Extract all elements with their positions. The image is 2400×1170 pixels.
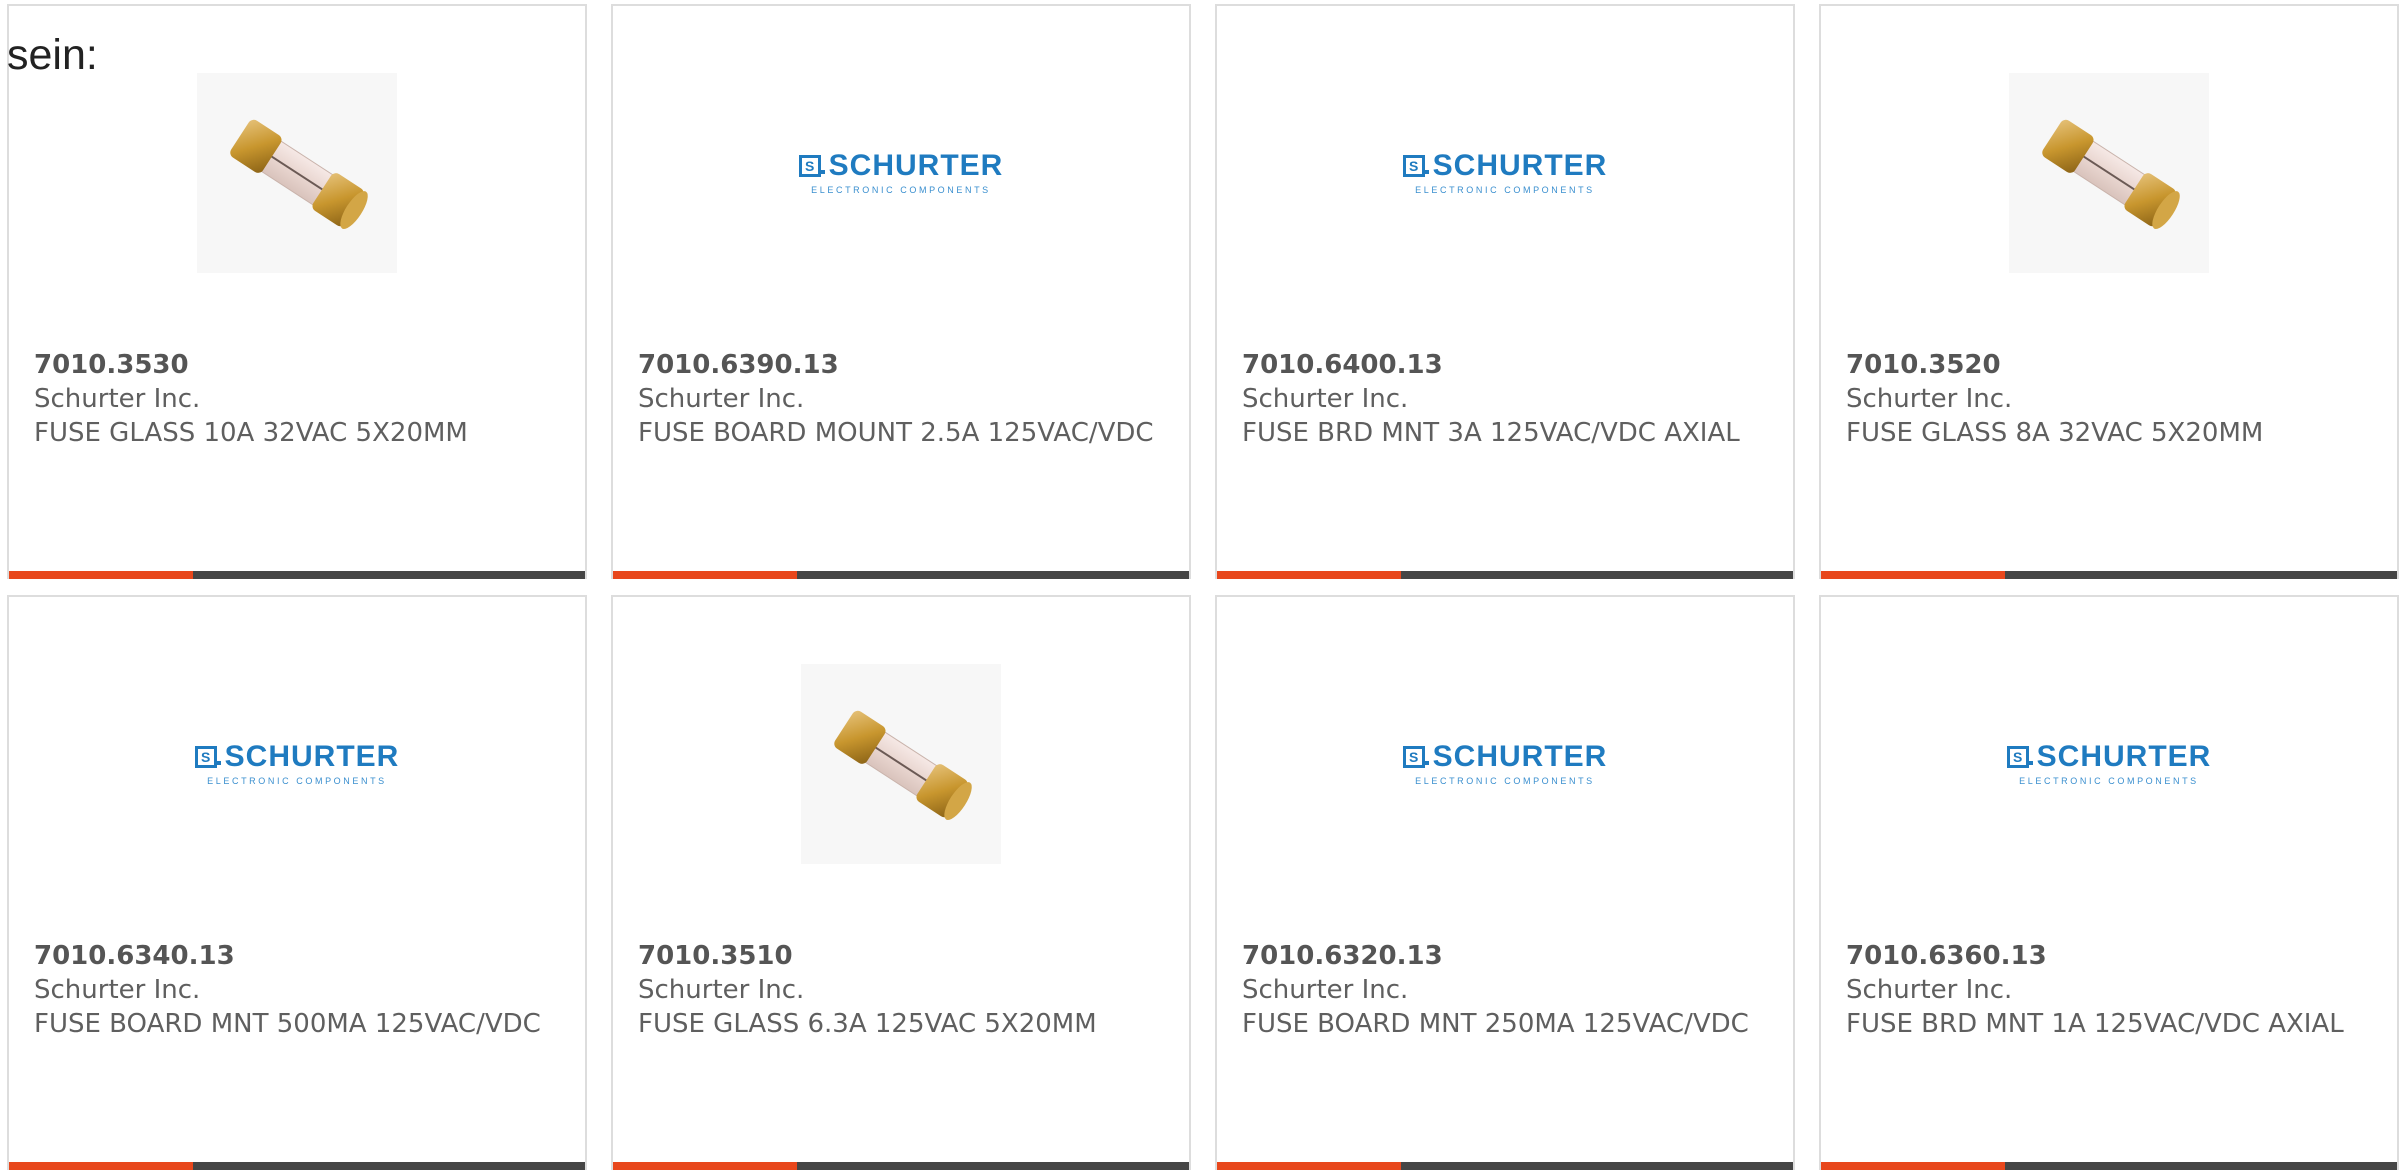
product-card[interactable]: 7010.3520 Schurter Inc. FUSE GLASS 8A 32… xyxy=(1819,4,2399,579)
logo-tagline: ELECTRONIC COMPONENTS xyxy=(1415,776,1595,786)
product-card[interactable]: 7010.3510 Schurter Inc. FUSE GLASS 6.3A … xyxy=(611,595,1191,1170)
card-bar-accent xyxy=(9,571,193,579)
description: FUSE BOARD MNT 500MA 125VAC/VDC xyxy=(34,1009,541,1039)
schurter-mark-icon: S xyxy=(798,155,825,177)
part-number[interactable]: 7010.6390.13 xyxy=(638,348,1169,382)
manufacturer: Schurter Inc. xyxy=(34,384,201,414)
card-bar-accent xyxy=(9,1162,193,1170)
product-image xyxy=(613,659,1189,869)
product-card[interactable]: S SCHURTER ELECTRONIC COMPONENTS 7010.63… xyxy=(611,4,1191,579)
schurter-logo: S SCHURTER ELECTRONIC COMPONENTS xyxy=(798,149,1004,195)
manufacturer: Schurter Inc. xyxy=(34,975,201,1005)
product-card[interactable]: S SCHURTER ELECTRONIC COMPONENTS 7010.64… xyxy=(1215,4,1795,579)
part-number[interactable]: 7010.3510 xyxy=(638,939,1169,973)
logo-tagline: ELECTRONIC COMPONENTS xyxy=(1415,185,1595,195)
manufacturer: Schurter Inc. xyxy=(1846,975,2013,1005)
fuse-icon xyxy=(2042,119,2180,229)
description: FUSE BRD MNT 3A 125VAC/VDC AXIAL xyxy=(1242,418,1740,448)
manufacturer: Schurter Inc. xyxy=(1242,975,1409,1005)
product-card[interactable]: S SCHURTER ELECTRONIC COMPONENTS 7010.63… xyxy=(1819,595,2399,1170)
schurter-logo: S SCHURTER ELECTRONIC COMPONENTS xyxy=(1402,149,1608,195)
product-image xyxy=(9,68,585,278)
product-grid: 7010.3530 Schurter Inc. FUSE GLASS 10A 3… xyxy=(7,4,2399,1170)
description: FUSE GLASS 6.3A 125VAC 5X20MM xyxy=(638,1009,1097,1039)
part-number[interactable]: 7010.6360.13 xyxy=(1846,939,2377,973)
product-image: S SCHURTER ELECTRONIC COMPONENTS xyxy=(1217,68,1793,278)
schurter-mark-icon: S xyxy=(1402,746,1429,768)
card-bar-accent xyxy=(613,1162,797,1170)
schurter-mark-icon: S xyxy=(194,746,221,768)
manufacturer: Schurter Inc. xyxy=(1846,384,2013,414)
schurter-logo: S SCHURTER ELECTRONIC COMPONENTS xyxy=(1402,740,1608,786)
card-bar-accent xyxy=(1217,1162,1401,1170)
part-number[interactable]: 7010.3530 xyxy=(34,348,565,382)
card-bar-accent xyxy=(613,571,797,579)
part-number[interactable]: 7010.6400.13 xyxy=(1242,348,1773,382)
schurter-mark-icon: S xyxy=(1402,155,1429,177)
card-bar-accent xyxy=(1821,1162,2005,1170)
logo-wordmark: SCHURTER xyxy=(1432,740,1608,773)
card-bar xyxy=(1821,571,2397,579)
product-image: S SCHURTER ELECTRONIC COMPONENTS xyxy=(9,659,585,869)
part-number[interactable]: 7010.6320.13 xyxy=(1242,939,1773,973)
fuse-icon xyxy=(834,710,972,820)
card-bar xyxy=(9,571,585,579)
logo-wordmark: SCHURTER xyxy=(1432,149,1608,182)
logo-tagline: ELECTRONIC COMPONENTS xyxy=(2019,776,2199,786)
logo-tagline: ELECTRONIC COMPONENTS xyxy=(811,185,991,195)
description: FUSE GLASS 8A 32VAC 5X20MM xyxy=(1846,418,2264,448)
intro-text: sein: xyxy=(7,31,98,79)
fuse-photo xyxy=(2009,73,2209,273)
card-bar xyxy=(1821,1162,2397,1170)
card-bar xyxy=(613,571,1189,579)
fuse-photo xyxy=(197,73,397,273)
logo-tagline: ELECTRONIC COMPONENTS xyxy=(207,776,387,786)
schurter-logo: S SCHURTER ELECTRONIC COMPONENTS xyxy=(2006,740,2212,786)
part-number[interactable]: 7010.6340.13 xyxy=(34,939,565,973)
card-bar xyxy=(1217,571,1793,579)
part-number[interactable]: 7010.3520 xyxy=(1846,348,2377,382)
description: FUSE BRD MNT 1A 125VAC/VDC AXIAL xyxy=(1846,1009,2344,1039)
product-card[interactable]: 7010.3530 Schurter Inc. FUSE GLASS 10A 3… xyxy=(7,4,587,579)
card-bar xyxy=(613,1162,1189,1170)
logo-wordmark: SCHURTER xyxy=(224,740,400,773)
card-bar-accent xyxy=(1821,571,2005,579)
fuse-photo xyxy=(801,664,1001,864)
description: FUSE BOARD MOUNT 2.5A 125VAC/VDC xyxy=(638,418,1154,448)
manufacturer: Schurter Inc. xyxy=(638,975,805,1005)
product-image: S SCHURTER ELECTRONIC COMPONENTS xyxy=(1217,659,1793,869)
product-image: S SCHURTER ELECTRONIC COMPONENTS xyxy=(613,68,1189,278)
schurter-logo: S SCHURTER ELECTRONIC COMPONENTS xyxy=(194,740,400,786)
logo-wordmark: SCHURTER xyxy=(828,149,1004,182)
manufacturer: Schurter Inc. xyxy=(1242,384,1409,414)
card-bar xyxy=(9,1162,585,1170)
card-bar-accent xyxy=(1217,571,1401,579)
product-card[interactable]: S SCHURTER ELECTRONIC COMPONENTS 7010.63… xyxy=(7,595,587,1170)
fuse-icon xyxy=(230,119,368,229)
description: FUSE GLASS 10A 32VAC 5X20MM xyxy=(34,418,468,448)
description: FUSE BOARD MNT 250MA 125VAC/VDC xyxy=(1242,1009,1749,1039)
manufacturer: Schurter Inc. xyxy=(638,384,805,414)
card-bar xyxy=(1217,1162,1793,1170)
product-card[interactable]: S SCHURTER ELECTRONIC COMPONENTS 7010.63… xyxy=(1215,595,1795,1170)
schurter-mark-icon: S xyxy=(2006,746,2033,768)
logo-wordmark: SCHURTER xyxy=(2036,740,2212,773)
product-image xyxy=(1821,68,2397,278)
product-image: S SCHURTER ELECTRONIC COMPONENTS xyxy=(1821,659,2397,869)
